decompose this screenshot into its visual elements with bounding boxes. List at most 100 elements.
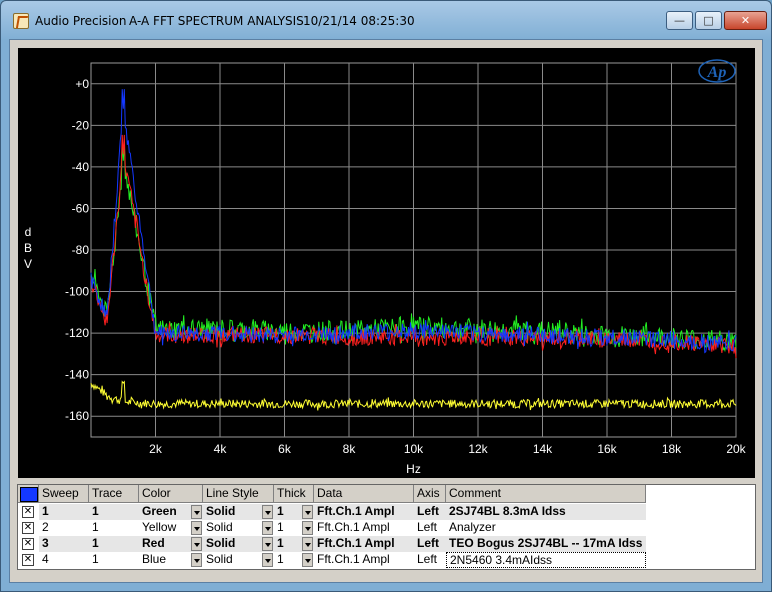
chart-grid (90, 62, 737, 438)
dropdown-arrow-icon[interactable] (262, 537, 273, 551)
cell-axis[interactable]: Left (414, 552, 446, 568)
cell-axis[interactable]: Left (414, 536, 446, 552)
sweep-table: Sweep Trace Color Line Style Thick Data … (17, 484, 756, 570)
cell-color[interactable]: Green (139, 504, 191, 520)
dropdown-arrow-icon[interactable] (262, 521, 273, 535)
cell-thick[interactable]: 1 (274, 536, 302, 552)
cell-trace[interactable]: 1 (89, 520, 139, 536)
y-axis-label-char: d (25, 225, 32, 239)
dropdown-arrow-icon[interactable] (191, 553, 202, 567)
header-color[interactable]: Color (139, 485, 203, 503)
cell-comment[interactable]: 2N5460 3.4mAIdss (446, 552, 646, 568)
app-name: Audio Precision (35, 14, 127, 28)
y-tick-label: -140 (65, 368, 89, 382)
dropdown-arrow-icon[interactable] (191, 521, 202, 535)
y-tick-label: -100 (65, 285, 89, 299)
header-color-swatch (18, 485, 39, 503)
cell-data[interactable]: Fft.Ch.1 Ampl (314, 520, 414, 536)
graph-client-area: 2k 4k 6k 8k 10k 12k 14k 16k 18k 20k +0 -20 -40 -60 -80… (9, 39, 763, 583)
x-axis-label: Hz (406, 462, 421, 476)
cell-sweep[interactable]: 3 (39, 536, 89, 552)
cell-trace[interactable]: 1 (89, 536, 139, 552)
header-sweep[interactable]: Sweep (39, 485, 89, 503)
x-tick-label: 10k (404, 442, 424, 456)
dropdown-arrow-icon[interactable] (191, 537, 202, 551)
dropdown-arrow-icon[interactable] (302, 505, 313, 519)
cell-data[interactable]: Fft.Ch.1 Ampl (314, 536, 414, 552)
cell-thick[interactable]: 1 (274, 520, 302, 536)
x-tick-label: 14k (533, 442, 553, 456)
dropdown-arrow-icon[interactable] (262, 505, 273, 519)
cell-color[interactable]: Yellow (139, 520, 191, 536)
header-comment[interactable]: Comment (446, 485, 646, 503)
cell-comment[interactable]: 2SJ74BL 8.3mA Idss (446, 504, 646, 520)
trace-enable-checkbox[interactable]: ✕ (22, 554, 34, 566)
y-tick-label: -60 (72, 201, 90, 215)
timestamp: 10/21/14 08:25:30 (303, 14, 415, 28)
cell-line-style[interactable]: Solid (203, 520, 262, 536)
cell-line-style[interactable]: Solid (203, 552, 262, 568)
x-tick-label: 18k (662, 442, 682, 456)
cell-color[interactable]: Red (139, 536, 191, 552)
audio-precision-logo-icon[interactable] (13, 13, 29, 29)
cell-trace[interactable]: 1 (89, 552, 139, 568)
cell-color[interactable]: Blue (139, 552, 191, 568)
y-tick-label: +0 (75, 77, 89, 91)
dropdown-arrow-icon[interactable] (302, 521, 313, 535)
header-thick[interactable]: Thick (274, 485, 314, 503)
x-tick-label: 12k (468, 442, 488, 456)
cell-comment[interactable]: Analyzer (446, 520, 646, 536)
cell-data[interactable]: Fft.Ch.1 Ampl (314, 504, 414, 520)
cell-sweep[interactable]: 1 (39, 504, 89, 520)
header-trace[interactable]: Trace (89, 485, 139, 503)
dropdown-arrow-icon[interactable] (302, 553, 313, 567)
chart-ticks: 2k 4k 6k 8k 10k 12k 14k 16k 18k 20k +0 -20 -40 -60 -80… (65, 77, 747, 456)
maximize-icon: □ (703, 14, 714, 27)
y-tick-label: -80 (72, 243, 90, 257)
active-color-swatch[interactable] (20, 487, 38, 502)
cell-trace[interactable]: 1 (89, 504, 139, 520)
x-tick-label: 4k (214, 442, 228, 456)
app-window: Audio Precision A-A FFT SPECTRUM ANALYSI… (0, 0, 772, 592)
trace-enable-checkbox[interactable]: ✕ (22, 522, 34, 534)
cell-line-style[interactable]: Solid (203, 504, 262, 520)
header-data[interactable]: Data (314, 485, 414, 503)
document-title: A-A FFT SPECTRUM ANALYSIS (129, 14, 304, 28)
x-tick-label: 6k (278, 442, 292, 456)
close-icon: ✕ (740, 14, 751, 27)
close-button[interactable]: ✕ (724, 11, 767, 30)
minimize-icon: — (674, 14, 685, 27)
cell-thick[interactable]: 1 (274, 552, 302, 568)
ap-logo-text: Ap (707, 64, 727, 81)
dropdown-arrow-icon[interactable] (262, 553, 273, 567)
x-tick-label: 20k (726, 442, 746, 456)
ap-logo: Ap (698, 59, 736, 83)
y-tick-label: -20 (72, 118, 90, 132)
x-tick-label: 8k (343, 442, 357, 456)
dropdown-arrow-icon[interactable] (302, 537, 313, 551)
dropdown-arrow-icon[interactable] (191, 505, 202, 519)
cell-axis[interactable]: Left (414, 520, 446, 536)
x-tick-label: 2k (149, 442, 163, 456)
y-tick-label: -120 (65, 326, 89, 340)
header-line-style[interactable]: Line Style (203, 485, 274, 503)
cell-sweep[interactable]: 4 (39, 552, 89, 568)
title-bar[interactable]: Audio Precision A-A FFT SPECTRUM ANALYSI… (1, 1, 771, 37)
cell-thick[interactable]: 1 (274, 504, 302, 520)
cell-sweep[interactable]: 2 (39, 520, 89, 536)
header-axis[interactable]: Axis (414, 485, 446, 503)
trace-enable-checkbox[interactable]: ✕ (22, 538, 34, 550)
minimize-button[interactable]: — (666, 11, 693, 30)
y-axis-label-char: V (24, 257, 32, 271)
trace-enable-checkbox[interactable]: ✕ (22, 506, 34, 518)
cell-comment[interactable]: TEO Bogus 2SJ74BL -- 17mA Idss (446, 536, 646, 552)
cell-line-style[interactable]: Solid (203, 536, 262, 552)
maximize-button[interactable]: □ (695, 11, 722, 30)
y-tick-label: -160 (65, 409, 89, 423)
x-tick-label: 16k (597, 442, 617, 456)
y-axis-label-char: B (24, 241, 32, 255)
cell-axis[interactable]: Left (414, 504, 446, 520)
y-tick-label: -40 (72, 160, 90, 174)
cell-data[interactable]: Fft.Ch.1 Ampl (314, 552, 414, 568)
fft-spectrum-chart[interactable]: 2k 4k 6k 8k 10k 12k 14k 16k 18k 20k +0 -20 -40 -60 -80… (10, 40, 764, 480)
